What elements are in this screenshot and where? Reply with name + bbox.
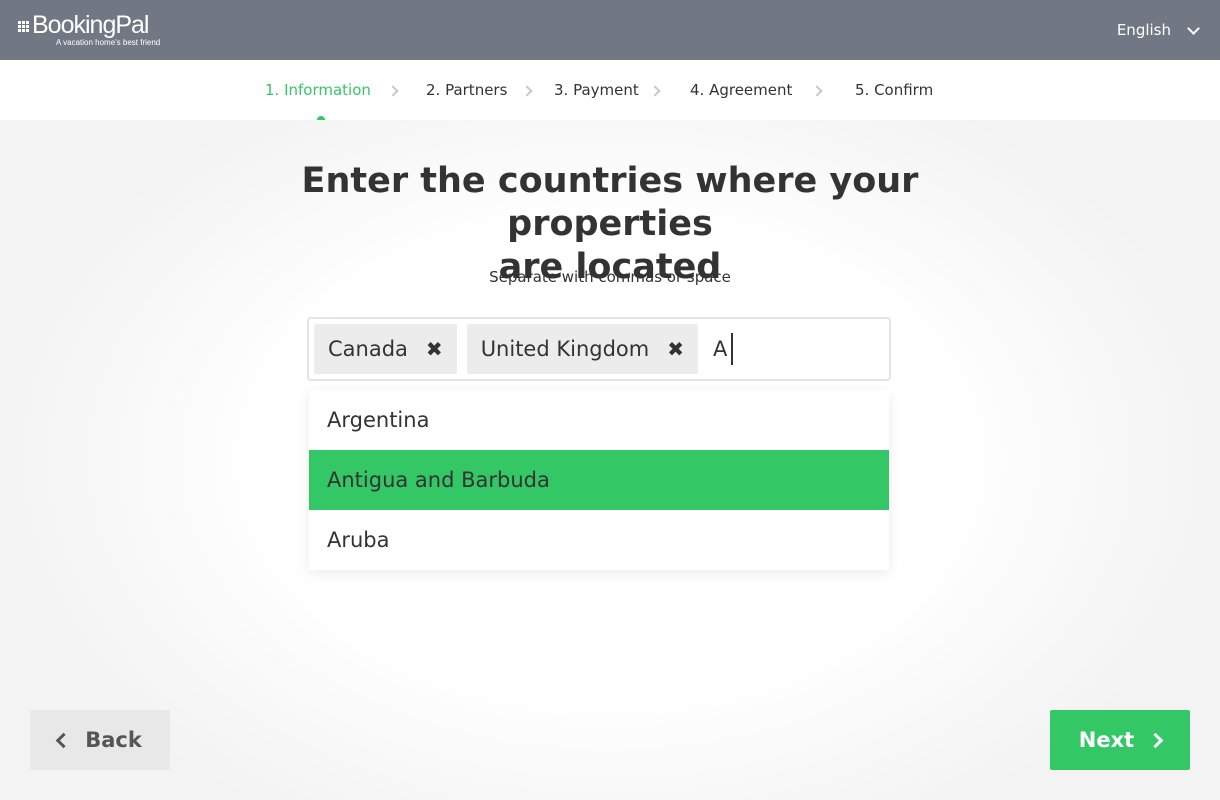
country-tag-label: United Kingdom xyxy=(480,337,650,361)
country-tag: United Kingdom ✖ xyxy=(466,324,699,374)
chevron-right-icon xyxy=(387,85,399,97)
chevron-right-icon xyxy=(811,85,823,97)
chevron-left-icon xyxy=(55,732,72,748)
country-suggestions-dropdown: Argentina Antigua and Barbuda Aruba xyxy=(309,390,889,570)
brand-logo[interactable]: BookingPal A vacation home's best friend xyxy=(18,13,160,47)
typed-text: A xyxy=(713,337,728,361)
language-label: English xyxy=(1116,21,1171,39)
next-button[interactable]: Next xyxy=(1050,710,1190,770)
chevron-right-icon xyxy=(521,85,533,97)
step-partners[interactable]: 2. Partners xyxy=(426,81,507,99)
suggestion-option-highlighted[interactable]: Antigua and Barbuda xyxy=(309,450,889,510)
logo-grid-icon xyxy=(18,21,29,32)
main-content: Enter the countries where your propertie… xyxy=(0,120,1220,800)
step-information[interactable]: 1. Information xyxy=(265,81,371,99)
back-button[interactable]: Back xyxy=(30,710,170,770)
back-button-label: Back xyxy=(85,728,142,752)
page-subtitle: Separate with commas or space xyxy=(489,268,731,286)
chevron-right-icon xyxy=(649,85,661,97)
step-payment[interactable]: 3. Payment xyxy=(554,81,639,99)
suggestion-option[interactable]: Argentina xyxy=(309,390,889,450)
suggestion-option[interactable]: Aruba xyxy=(309,510,889,570)
top-bar: BookingPal A vacation home's best friend… xyxy=(0,0,1220,60)
country-tag-input[interactable]: Canada ✖ United Kingdom ✖ A xyxy=(307,317,891,381)
page-title-line1: Enter the countries where your propertie… xyxy=(301,161,919,244)
progress-steps: 1. Information 2. Partners 3. Payment 4.… xyxy=(0,60,1220,124)
brand-name: BookingPal xyxy=(32,11,149,39)
chevron-down-icon xyxy=(1187,21,1200,35)
country-tag: Canada ✖ xyxy=(314,324,457,374)
remove-tag-icon[interactable]: ✖ xyxy=(426,337,443,361)
remove-tag-icon[interactable]: ✖ xyxy=(667,337,684,361)
next-button-label: Next xyxy=(1078,728,1135,752)
step-agreement[interactable]: 4. Agreement xyxy=(690,81,792,99)
country-tag-label: Canada xyxy=(328,337,408,361)
step-confirm[interactable]: 5. Confirm xyxy=(855,81,933,99)
country-search-field[interactable]: A xyxy=(713,333,734,365)
language-selector[interactable]: English xyxy=(1116,21,1200,39)
text-caret xyxy=(731,333,734,365)
chevron-right-icon xyxy=(1147,732,1164,748)
brand-tagline: A vacation home's best friend xyxy=(56,38,161,47)
